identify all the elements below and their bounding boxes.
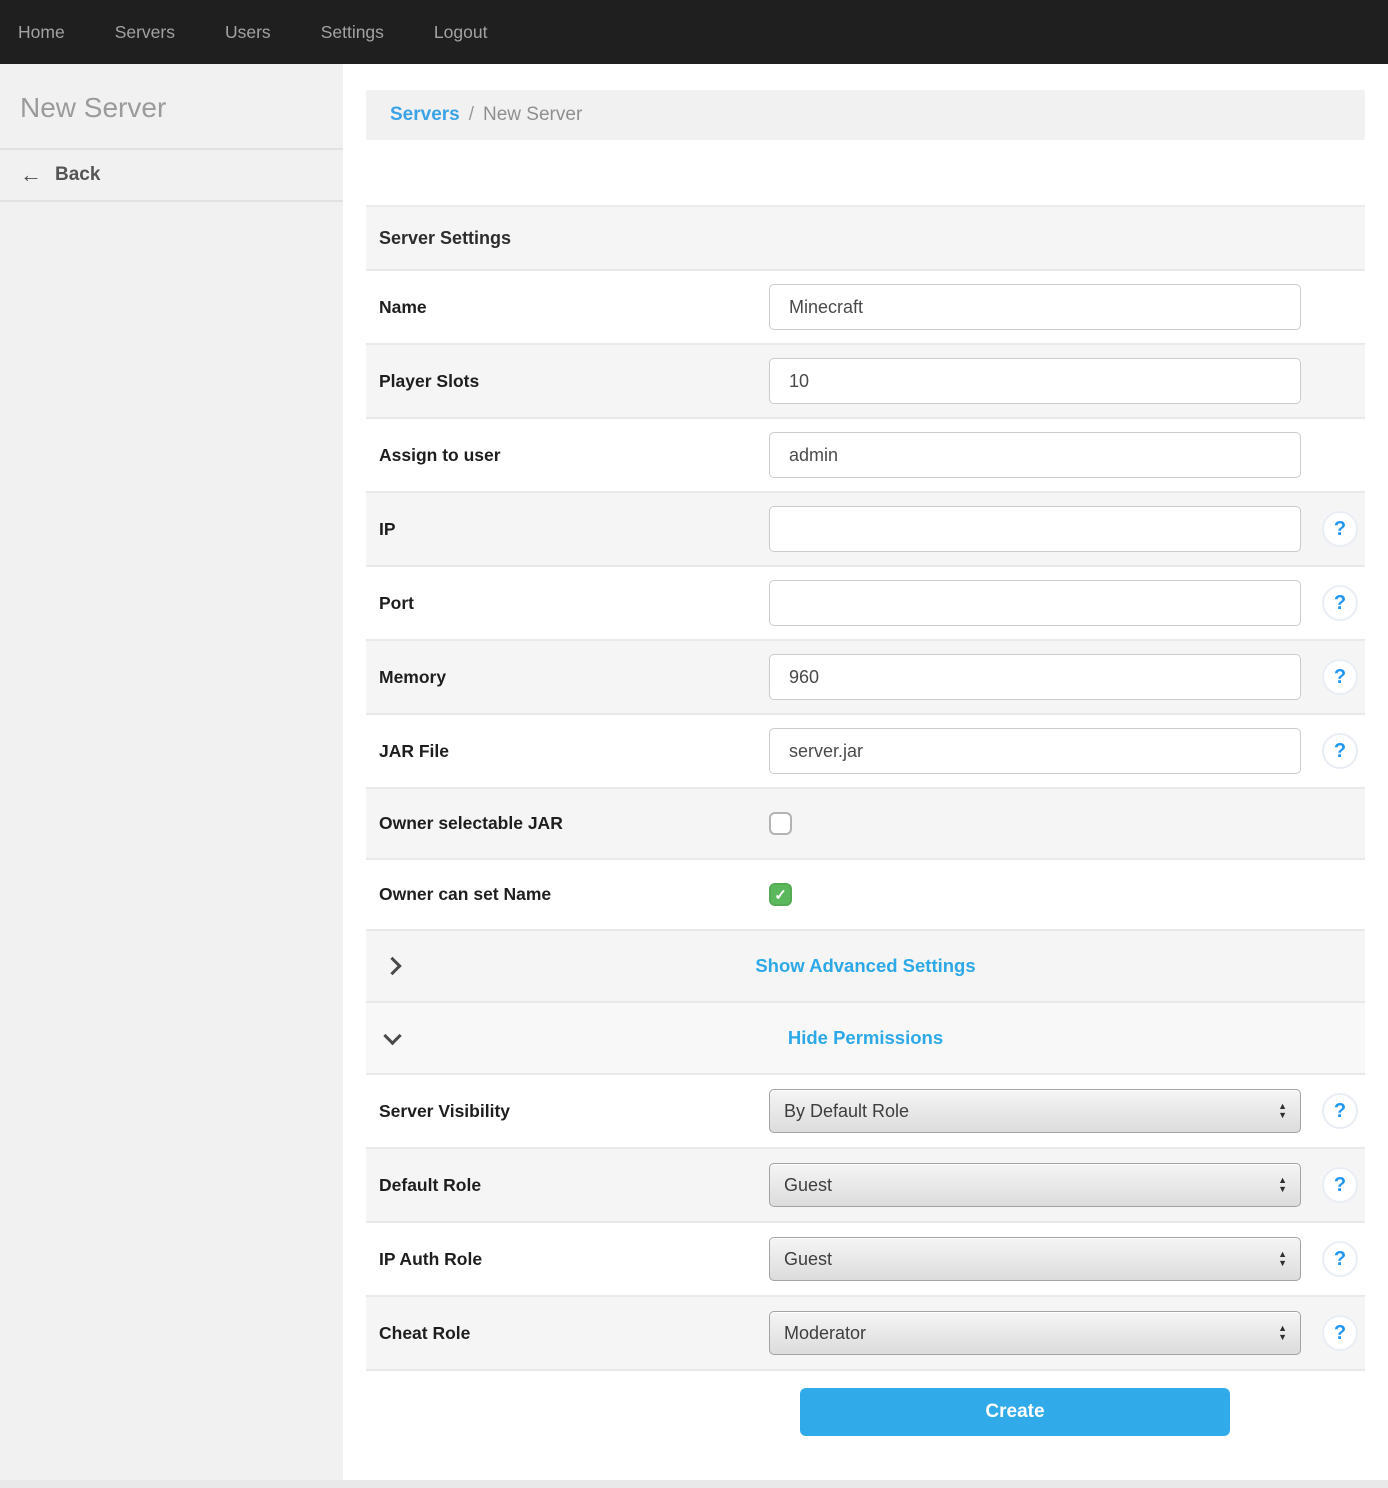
form-row-advanced-toggle: Show Advanced Settings bbox=[366, 931, 1365, 1003]
select-value: By Default Role bbox=[784, 1101, 909, 1122]
form-row-ip-auth-role: IP Auth Role Guest ▲▼ ? bbox=[366, 1223, 1365, 1297]
help-icon[interactable]: ? bbox=[1322, 1167, 1358, 1203]
create-button[interactable]: Create bbox=[800, 1388, 1230, 1436]
chevron-down-icon bbox=[383, 1027, 401, 1045]
owner-can-set-name-checkbox[interactable]: ✓ bbox=[769, 883, 792, 906]
owner-selectable-jar-checkbox[interactable] bbox=[769, 812, 792, 835]
field-label: Assign to user bbox=[379, 445, 769, 466]
select-value: Guest bbox=[784, 1175, 832, 1196]
breadcrumb-separator: / bbox=[469, 104, 474, 126]
chevron-right-icon bbox=[383, 957, 401, 975]
help-icon[interactable]: ? bbox=[1322, 1241, 1358, 1277]
select-stepper-icon: ▲▼ bbox=[1278, 1177, 1287, 1193]
back-arrow-icon: ← bbox=[20, 162, 42, 188]
form-row-owner-can-set-name: Owner can set Name ✓ bbox=[366, 860, 1365, 931]
back-button[interactable]: ← Back bbox=[0, 150, 343, 202]
field-label: Default Role bbox=[379, 1175, 769, 1196]
show-advanced-settings-link[interactable]: Show Advanced Settings bbox=[755, 955, 975, 977]
field-label: Cheat Role bbox=[379, 1323, 769, 1344]
form-row-ip: IP ? bbox=[366, 493, 1365, 567]
port-input[interactable] bbox=[769, 580, 1301, 626]
form-row-memory: Memory ? bbox=[366, 641, 1365, 715]
form-row-player-slots: Player Slots bbox=[366, 345, 1365, 419]
form-row-port: Port ? bbox=[366, 567, 1365, 641]
form-row-cheat-role: Cheat Role Moderator ▲▼ ? bbox=[366, 1297, 1365, 1371]
section-header-row: Server Settings bbox=[366, 207, 1365, 271]
select-stepper-icon: ▲▼ bbox=[1278, 1103, 1287, 1119]
nav-item-users[interactable]: Users bbox=[225, 22, 271, 43]
default-role-select[interactable]: Guest ▲▼ bbox=[769, 1163, 1301, 1207]
nav-item-settings[interactable]: Settings bbox=[321, 22, 384, 43]
field-label: Owner can set Name bbox=[379, 884, 769, 905]
nav-item-servers[interactable]: Servers bbox=[115, 22, 175, 43]
help-icon[interactable]: ? bbox=[1322, 733, 1358, 769]
field-label: Server Visibility bbox=[379, 1101, 769, 1122]
player-slots-input[interactable] bbox=[769, 358, 1301, 404]
name-input[interactable] bbox=[769, 284, 1301, 330]
page-title: New Server bbox=[0, 64, 343, 150]
field-label: JAR File bbox=[379, 741, 769, 762]
field-label: Owner selectable JAR bbox=[379, 813, 769, 834]
field-label: IP Auth Role bbox=[379, 1249, 769, 1270]
form-row-assign-user: Assign to user bbox=[366, 419, 1365, 493]
jar-file-input[interactable] bbox=[769, 728, 1301, 774]
form-row-name: Name bbox=[366, 271, 1365, 345]
form-row-server-visibility: Server Visibility By Default Role ▲▼ ? bbox=[366, 1075, 1365, 1149]
select-value: Guest bbox=[784, 1249, 832, 1270]
field-label: Port bbox=[379, 593, 769, 614]
checkmark-icon: ✓ bbox=[774, 886, 787, 904]
server-settings-form: Server Settings Name Player Slots Assign… bbox=[366, 205, 1365, 1371]
help-icon[interactable]: ? bbox=[1322, 585, 1358, 621]
form-row-default-role: Default Role Guest ▲▼ ? bbox=[366, 1149, 1365, 1223]
help-icon[interactable]: ? bbox=[1322, 659, 1358, 695]
field-label: Player Slots bbox=[379, 371, 769, 392]
page-footer-strip bbox=[0, 1480, 1388, 1488]
help-icon[interactable]: ? bbox=[1322, 1315, 1358, 1351]
cheat-role-select[interactable]: Moderator ▲▼ bbox=[769, 1311, 1301, 1355]
main-content: Servers / New Server Server Settings Nam… bbox=[343, 64, 1388, 1480]
form-actions: Create bbox=[343, 1371, 1388, 1436]
breadcrumb-servers-link[interactable]: Servers bbox=[390, 104, 460, 126]
assign-to-user-input[interactable] bbox=[769, 432, 1301, 478]
ip-input[interactable] bbox=[769, 506, 1301, 552]
field-label: Name bbox=[379, 297, 769, 318]
breadcrumb: Servers / New Server bbox=[366, 90, 1365, 140]
ip-auth-role-select[interactable]: Guest ▲▼ bbox=[769, 1237, 1301, 1281]
help-icon[interactable]: ? bbox=[1322, 511, 1358, 547]
form-row-permissions-toggle: Hide Permissions bbox=[366, 1003, 1365, 1075]
top-nav: Home Servers Users Settings Logout bbox=[0, 0, 1388, 64]
hide-permissions-link[interactable]: Hide Permissions bbox=[788, 1027, 943, 1049]
breadcrumb-current: New Server bbox=[483, 104, 582, 126]
nav-item-home[interactable]: Home bbox=[18, 22, 65, 43]
memory-input[interactable] bbox=[769, 654, 1301, 700]
back-label: Back bbox=[55, 164, 100, 186]
sidebar: New Server ← Back bbox=[0, 64, 343, 1480]
nav-item-logout[interactable]: Logout bbox=[434, 22, 488, 43]
server-visibility-select[interactable]: By Default Role ▲▼ bbox=[769, 1089, 1301, 1133]
select-stepper-icon: ▲▼ bbox=[1278, 1325, 1287, 1341]
help-icon[interactable]: ? bbox=[1322, 1093, 1358, 1129]
form-row-owner-selectable-jar: Owner selectable JAR bbox=[366, 789, 1365, 860]
select-value: Moderator bbox=[784, 1323, 866, 1344]
select-stepper-icon: ▲▼ bbox=[1278, 1251, 1287, 1267]
field-label: Memory bbox=[379, 667, 769, 688]
form-row-jar-file: JAR File ? bbox=[366, 715, 1365, 789]
section-title: Server Settings bbox=[379, 228, 511, 249]
field-label: IP bbox=[379, 519, 769, 540]
